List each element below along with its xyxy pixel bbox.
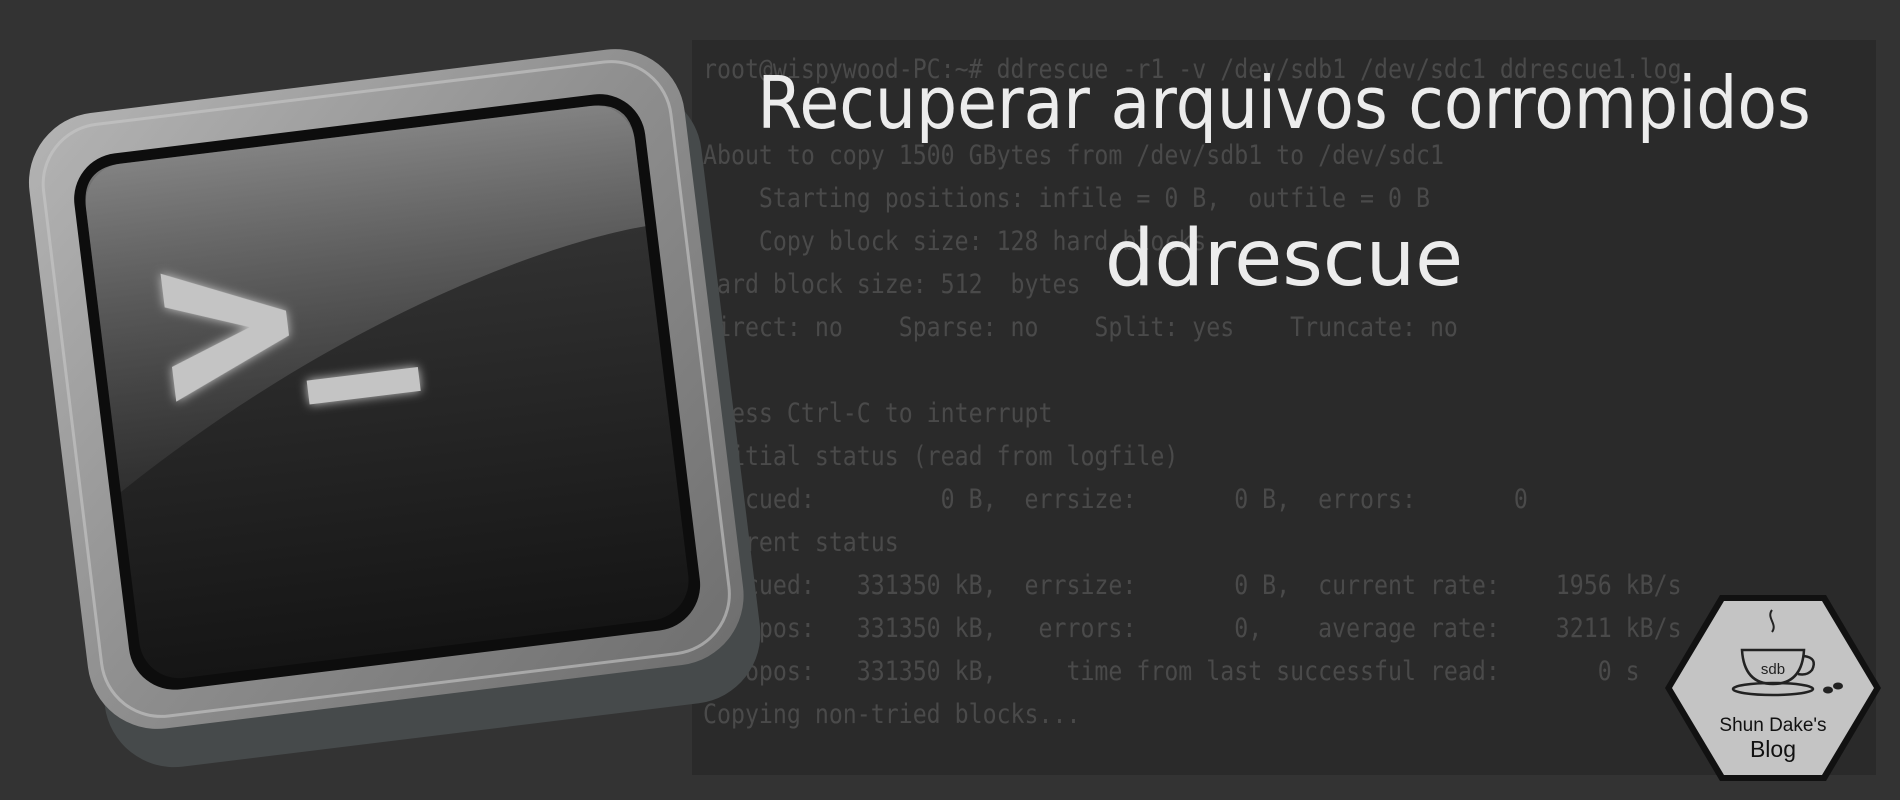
page-title: Recuperar arquivos corrompidos [757, 61, 1811, 145]
terminal-line: opos: 331350 kB, time from last successf… [703, 656, 1640, 687]
terminal-line: rescued: 0 B, errsize: 0 B, errors: 0 [703, 484, 1528, 515]
terminal-line: Press Ctrl-C to interrupt [703, 398, 1053, 429]
terminal-line: Initial status (read from logfile) [703, 441, 1179, 472]
terminal-line: rescued: 331350 kB, errsize: 0 B, curren… [703, 570, 1682, 601]
terminal-lines: root@wispywood-PC:~# ddrescue -r1 -v /de… [703, 48, 1682, 736]
terminal-icon [28, 49, 761, 768]
page-subtitle: ddrescue [1104, 214, 1464, 304]
terminal-line: Current status [703, 527, 899, 558]
blog-author-name: Shun Dake's [1719, 715, 1826, 736]
blog-name: Blog [1750, 736, 1796, 762]
terminal-line: ipos: 331350 kB, errors: 0, average rate… [703, 613, 1682, 644]
blog-logo: sdb Shun Dake's Blog [1665, 595, 1881, 781]
terminal-line: Direct: no Sparse: no Split: yes Truncat… [703, 312, 1458, 343]
cup-label: sdb [1761, 661, 1785, 678]
terminal-line: Copying non-tried blocks... [703, 699, 1081, 730]
